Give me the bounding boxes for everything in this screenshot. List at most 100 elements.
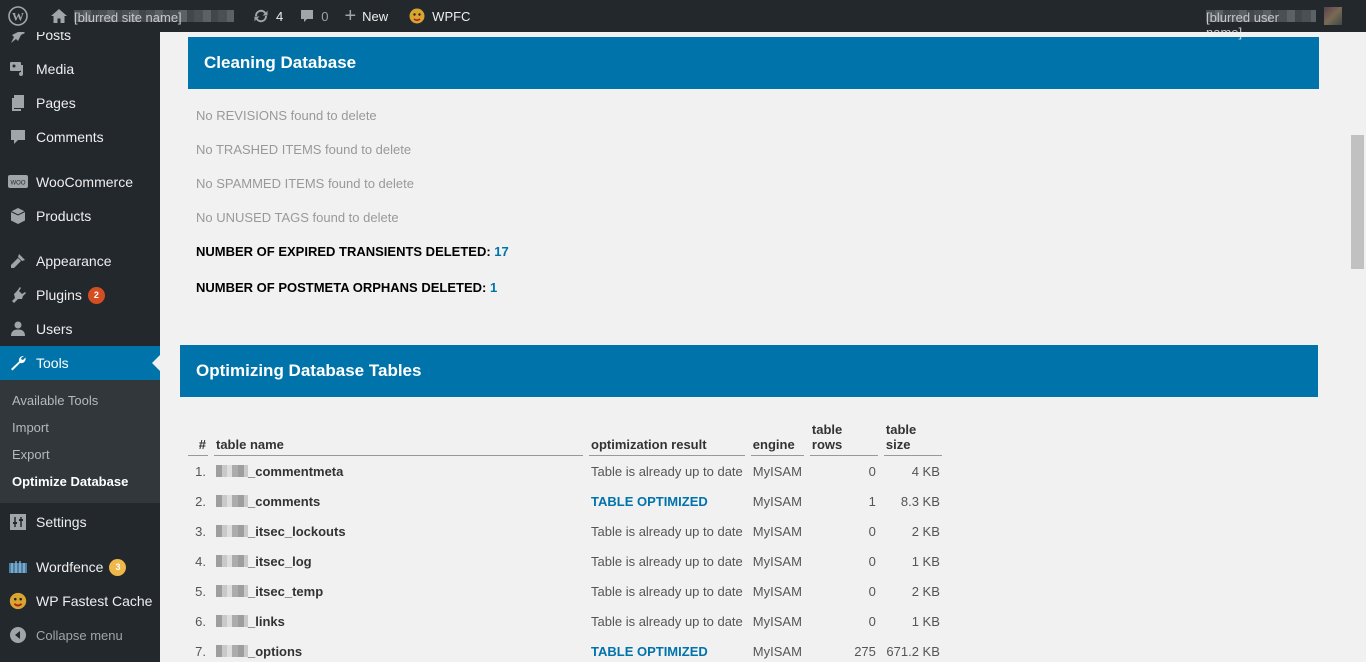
sidebar-item-tools[interactable]: Tools (0, 346, 160, 380)
row-optimization-result: Table is already up to date (589, 576, 745, 606)
wordpress-menu[interactable]: W (0, 0, 42, 32)
row-table-name-text: _itsec_log (248, 553, 312, 569)
row-table-rows: 275 (810, 636, 878, 662)
cleaning-database-header: Cleaning Database (188, 37, 1319, 89)
plus-icon: + (344, 4, 357, 27)
row-index-text: 5. (195, 583, 206, 599)
row-optimization-result: Table is already up to date (589, 606, 745, 636)
cheetah-icon (8, 591, 28, 611)
sliders-icon (8, 512, 28, 532)
blurred-table-prefix (216, 494, 248, 507)
row-table-name: _comments (214, 486, 583, 516)
row-table-rows-text: 1 (868, 493, 876, 509)
row-table-name: _commentmeta (214, 456, 583, 486)
sidebar-item-pages[interactable]: Pages (0, 86, 160, 120)
sidebar-item-wp-fastest-cache[interactable]: WP Fastest Cache (0, 584, 160, 618)
unused-tags-status: No UNUSED TAGS found to delete (196, 210, 399, 225)
updates-icon (252, 7, 270, 25)
row-engine: MyISAM (751, 606, 804, 636)
pages-icon (8, 93, 28, 113)
row-engine-text: MyISAM (752, 583, 802, 599)
column-header-result: optimization result (589, 422, 745, 456)
updates-count: 4 (276, 8, 284, 24)
row-engine-text: MyISAM (752, 643, 802, 659)
comments-link[interactable]: 0 (291, 0, 336, 32)
row-table-rows-text: 0 (868, 553, 876, 569)
wordpress-logo-icon: W (8, 6, 28, 26)
table-row: 4. _itsec_log Table is already up to date M… (188, 546, 942, 576)
row-table-name: _options (214, 636, 583, 662)
sidebar-item-label: Appearance (36, 253, 112, 269)
sidebar-item-label: WP Fastest Cache (36, 593, 153, 609)
sidebar-item-appearance[interactable]: Appearance (0, 244, 160, 278)
sidebar-item-media[interactable]: Media (0, 52, 160, 86)
row-table-size-text: 1 KB (911, 553, 940, 569)
row-table-rows-text: 275 (854, 643, 876, 659)
blurred-table-prefix (216, 614, 248, 627)
site-name-link[interactable]: [blurred site name] (42, 0, 242, 32)
postmeta-orphans-label: NUMBER OF POSTMETA ORPHANS DELETED: (196, 280, 490, 295)
sidebar-item-products[interactable]: Products (0, 199, 160, 233)
my-account[interactable]: [blurred user name] (1206, 7, 1366, 40)
new-label: New (362, 8, 389, 24)
row-table-size-text: 671.2 KB (886, 643, 940, 659)
row-table-rows-text: 0 (868, 583, 876, 599)
row-table-rows-text: 0 (868, 463, 876, 479)
sidebar-item-plugins[interactable]: Plugins 2 (0, 278, 160, 312)
updates-link[interactable]: 4 (244, 0, 291, 32)
postmeta-orphans-status: NUMBER OF POSTMETA ORPHANS DELETED: 1 (196, 276, 509, 312)
row-index-text: 1. (195, 463, 206, 479)
row-table-size: 2 KB (884, 576, 942, 606)
blurred-table-prefix (216, 644, 248, 657)
sidebar-item-woocommerce[interactable]: WOO WooCommerce (0, 165, 160, 199)
row-table-rows: 0 (810, 456, 878, 486)
comment-icon (299, 8, 315, 24)
wpfc-link[interactable]: WPFC (400, 0, 478, 32)
cleaning-database-title: Cleaning Database (204, 53, 357, 72)
sidebar-item-label: Comments (36, 129, 104, 145)
wrench-icon (8, 353, 28, 373)
row-engine: MyISAM (751, 486, 804, 516)
optimization-table: # table name optimization result engine … (182, 422, 948, 662)
comment-icon (8, 127, 28, 147)
row-engine: MyISAM (751, 576, 804, 606)
pin-icon (8, 32, 28, 45)
row-table-name-text: _itsec_temp (248, 583, 324, 599)
sidebar-item-label: Media (36, 61, 75, 77)
submenu-optimize-database[interactable]: Optimize Database (0, 468, 160, 495)
new-content-link[interactable]: + New (336, 0, 396, 32)
sidebar-item-posts[interactable]: Posts (0, 32, 160, 52)
blurred-table-prefix (216, 554, 248, 567)
column-header-engine: engine (750, 422, 804, 456)
submenu-import[interactable]: Import (0, 414, 160, 441)
plugin-icon (8, 285, 28, 305)
home-icon (50, 8, 68, 24)
sidebar-item-label: WooCommerce (36, 174, 133, 190)
submenu-available-tools[interactable]: Available Tools (0, 387, 160, 414)
row-table-rows-text: 0 (868, 523, 876, 539)
wordfence-alert-badge: 3 (109, 558, 127, 576)
row-optimization-result: TABLE OPTIMIZED (589, 486, 745, 516)
sidebar-item-wordfence[interactable]: Wordfence 3 (0, 550, 160, 584)
table-row: 6. _links Table is already up to date MyISA… (188, 606, 942, 636)
sidebar-item-comments[interactable]: Comments (0, 120, 160, 154)
submenu-export[interactable]: Export (0, 441, 160, 468)
page-scrollbar[interactable]: ▲ (1350, 0, 1366, 662)
sidebar-item-settings[interactable]: Settings (0, 505, 160, 539)
scrollbar-thumb[interactable] (1351, 135, 1364, 269)
svg-text:WOO: WOO (11, 181, 26, 187)
row-table-size: 1 KB (884, 606, 942, 636)
collapse-menu-button[interactable]: Collapse menu (0, 618, 160, 652)
expired-transients-count: 17 (494, 244, 509, 259)
row-table-size-text: 1 KB (911, 613, 940, 629)
revisions-status: No REVISIONS found to delete (196, 108, 377, 123)
optimizing-tables-title: Optimizing Database Tables (196, 361, 422, 380)
admin-bar: W [blurred site name] 4 0 + New WPFC [bl… (0, 0, 1366, 40)
sidebar-item-users[interactable]: Users (0, 312, 160, 346)
blurred-table-prefix (216, 464, 248, 477)
row-engine-text: MyISAM (752, 553, 802, 569)
sidebar-item-label: Pages (36, 95, 76, 111)
row-table-size: 1 KB (884, 546, 942, 576)
table-row: 2. _comments TABLE OPTIMIZED MyISAM 1 8.3 KB (188, 486, 942, 516)
row-index-text: 3. (195, 523, 206, 539)
